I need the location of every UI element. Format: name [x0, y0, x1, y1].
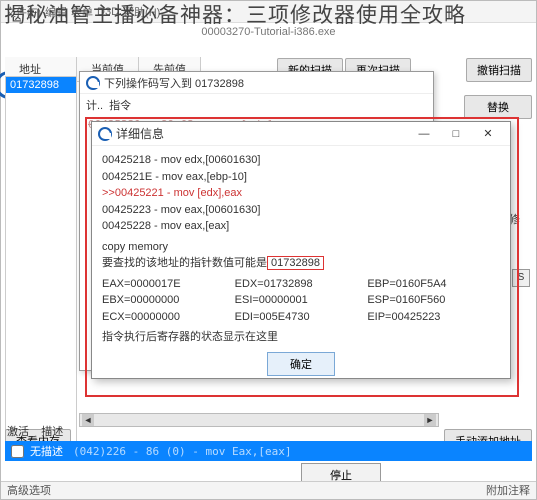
add-comment-link[interactable]: 附加注释 [486, 482, 530, 499]
reg-esi: ESI=00000001 [235, 292, 368, 309]
scan-results-panel: 01732898 [5, 76, 77, 459]
replace-button[interactable]: 替换 [464, 95, 532, 119]
advanced-options-link[interactable]: 高级选项 [7, 482, 51, 499]
reg-eax: EAX=0000017E [102, 276, 235, 293]
reg-esp: ESP=0160F560 [367, 292, 500, 309]
asm-line: 00425218 - mov edx,[00601630] [102, 152, 500, 169]
activate-label: 激活 [7, 426, 29, 438]
row-description: 无描述 [30, 443, 63, 459]
count-col: 计.. [86, 97, 103, 113]
detail-window-title: 详细信息 [116, 125, 164, 142]
s-button[interactable]: S [512, 269, 530, 287]
asm-line: 0042521E - mov eax,[ebp-10] [102, 169, 500, 186]
detail-info-window: 详细信息 — □ ✕ 00425218 - mov edx,[00601630]… [91, 121, 511, 379]
menu-d3d[interactable]: D3D [97, 6, 119, 18]
status-bar: 高级选项 附加注释 [1, 481, 536, 499]
reg-edx: EDX=01732898 [235, 276, 368, 293]
menu-table[interactable]: 表单 [71, 4, 93, 20]
description-label: 描述 [41, 426, 63, 438]
menu-help[interactable]: 帮助(H) [123, 4, 160, 20]
scroll-left-icon[interactable]: ◄ [82, 414, 94, 426]
row-code: (042)226 - 86 (0) - mov Eax,[eax] [73, 445, 292, 458]
copy-memory-label: copy memory [102, 239, 500, 256]
maximize-icon[interactable]: □ [440, 123, 472, 145]
reg-ebp: EBP=0160F5A4 [367, 276, 500, 293]
pointer-hint: 要查找的该地址的指针数值可能是01732898 [102, 255, 500, 272]
undo-scan-button[interactable]: 撤销扫描 [466, 58, 532, 82]
asm-line: 00425223 - mov eax,[00601630] [102, 202, 500, 219]
menubar: 文件(F) 编辑 表单 D3D 帮助(H) [1, 1, 536, 23]
asm-line-current: >>00425221 - mov [edx],eax [102, 185, 500, 202]
registers-grid: EAX=0000017E EDX=01732898 EBP=0160F5A4 E… [102, 276, 500, 326]
menu-file[interactable]: 文件(F) [5, 4, 41, 20]
minimize-icon[interactable]: — [408, 123, 440, 145]
cheat-engine-icon [86, 76, 100, 90]
menu-edit[interactable]: 编辑 [45, 4, 67, 20]
reg-eip: EIP=00425223 [367, 309, 500, 326]
main-window: 文件(F) 编辑 表单 D3D 帮助(H) 00003270-Tutorial-… [0, 0, 537, 500]
address-list-selected-row[interactable]: 无描述 (042)226 - 86 (0) - mov Eax,[eax] [5, 441, 532, 461]
instr-col: 指令 [109, 97, 131, 113]
disassembly-body: 00425218 - mov edx,[00601630] 0042521E -… [92, 146, 510, 382]
asm-line: 00425228 - mov eax,[eax] [102, 218, 500, 235]
opcode-window-title: 下列操作码写入到 01732898 [104, 75, 244, 91]
reg-ecx: ECX=00000000 [102, 309, 235, 326]
result-row-selected[interactable]: 01732898 [6, 77, 76, 93]
cheat-engine-icon [98, 127, 112, 141]
scroll-right-icon[interactable]: ► [424, 414, 436, 426]
register-note: 指令执行后寄存器的状态显示在这里 [102, 329, 500, 346]
reg-edi: EDI=005E4730 [235, 309, 368, 326]
close-icon[interactable]: ✕ [472, 123, 504, 145]
horizontal-scrollbar[interactable]: ◄ ► [79, 413, 439, 427]
reg-ebx: EBX=00000000 [102, 292, 235, 309]
ok-button[interactable]: 确定 [267, 352, 335, 376]
row-active-checkbox[interactable] [11, 445, 24, 458]
pointer-value-highlight: 01732898 [267, 256, 324, 270]
process-name: 00003270-Tutorial-i386.exe [1, 23, 536, 41]
